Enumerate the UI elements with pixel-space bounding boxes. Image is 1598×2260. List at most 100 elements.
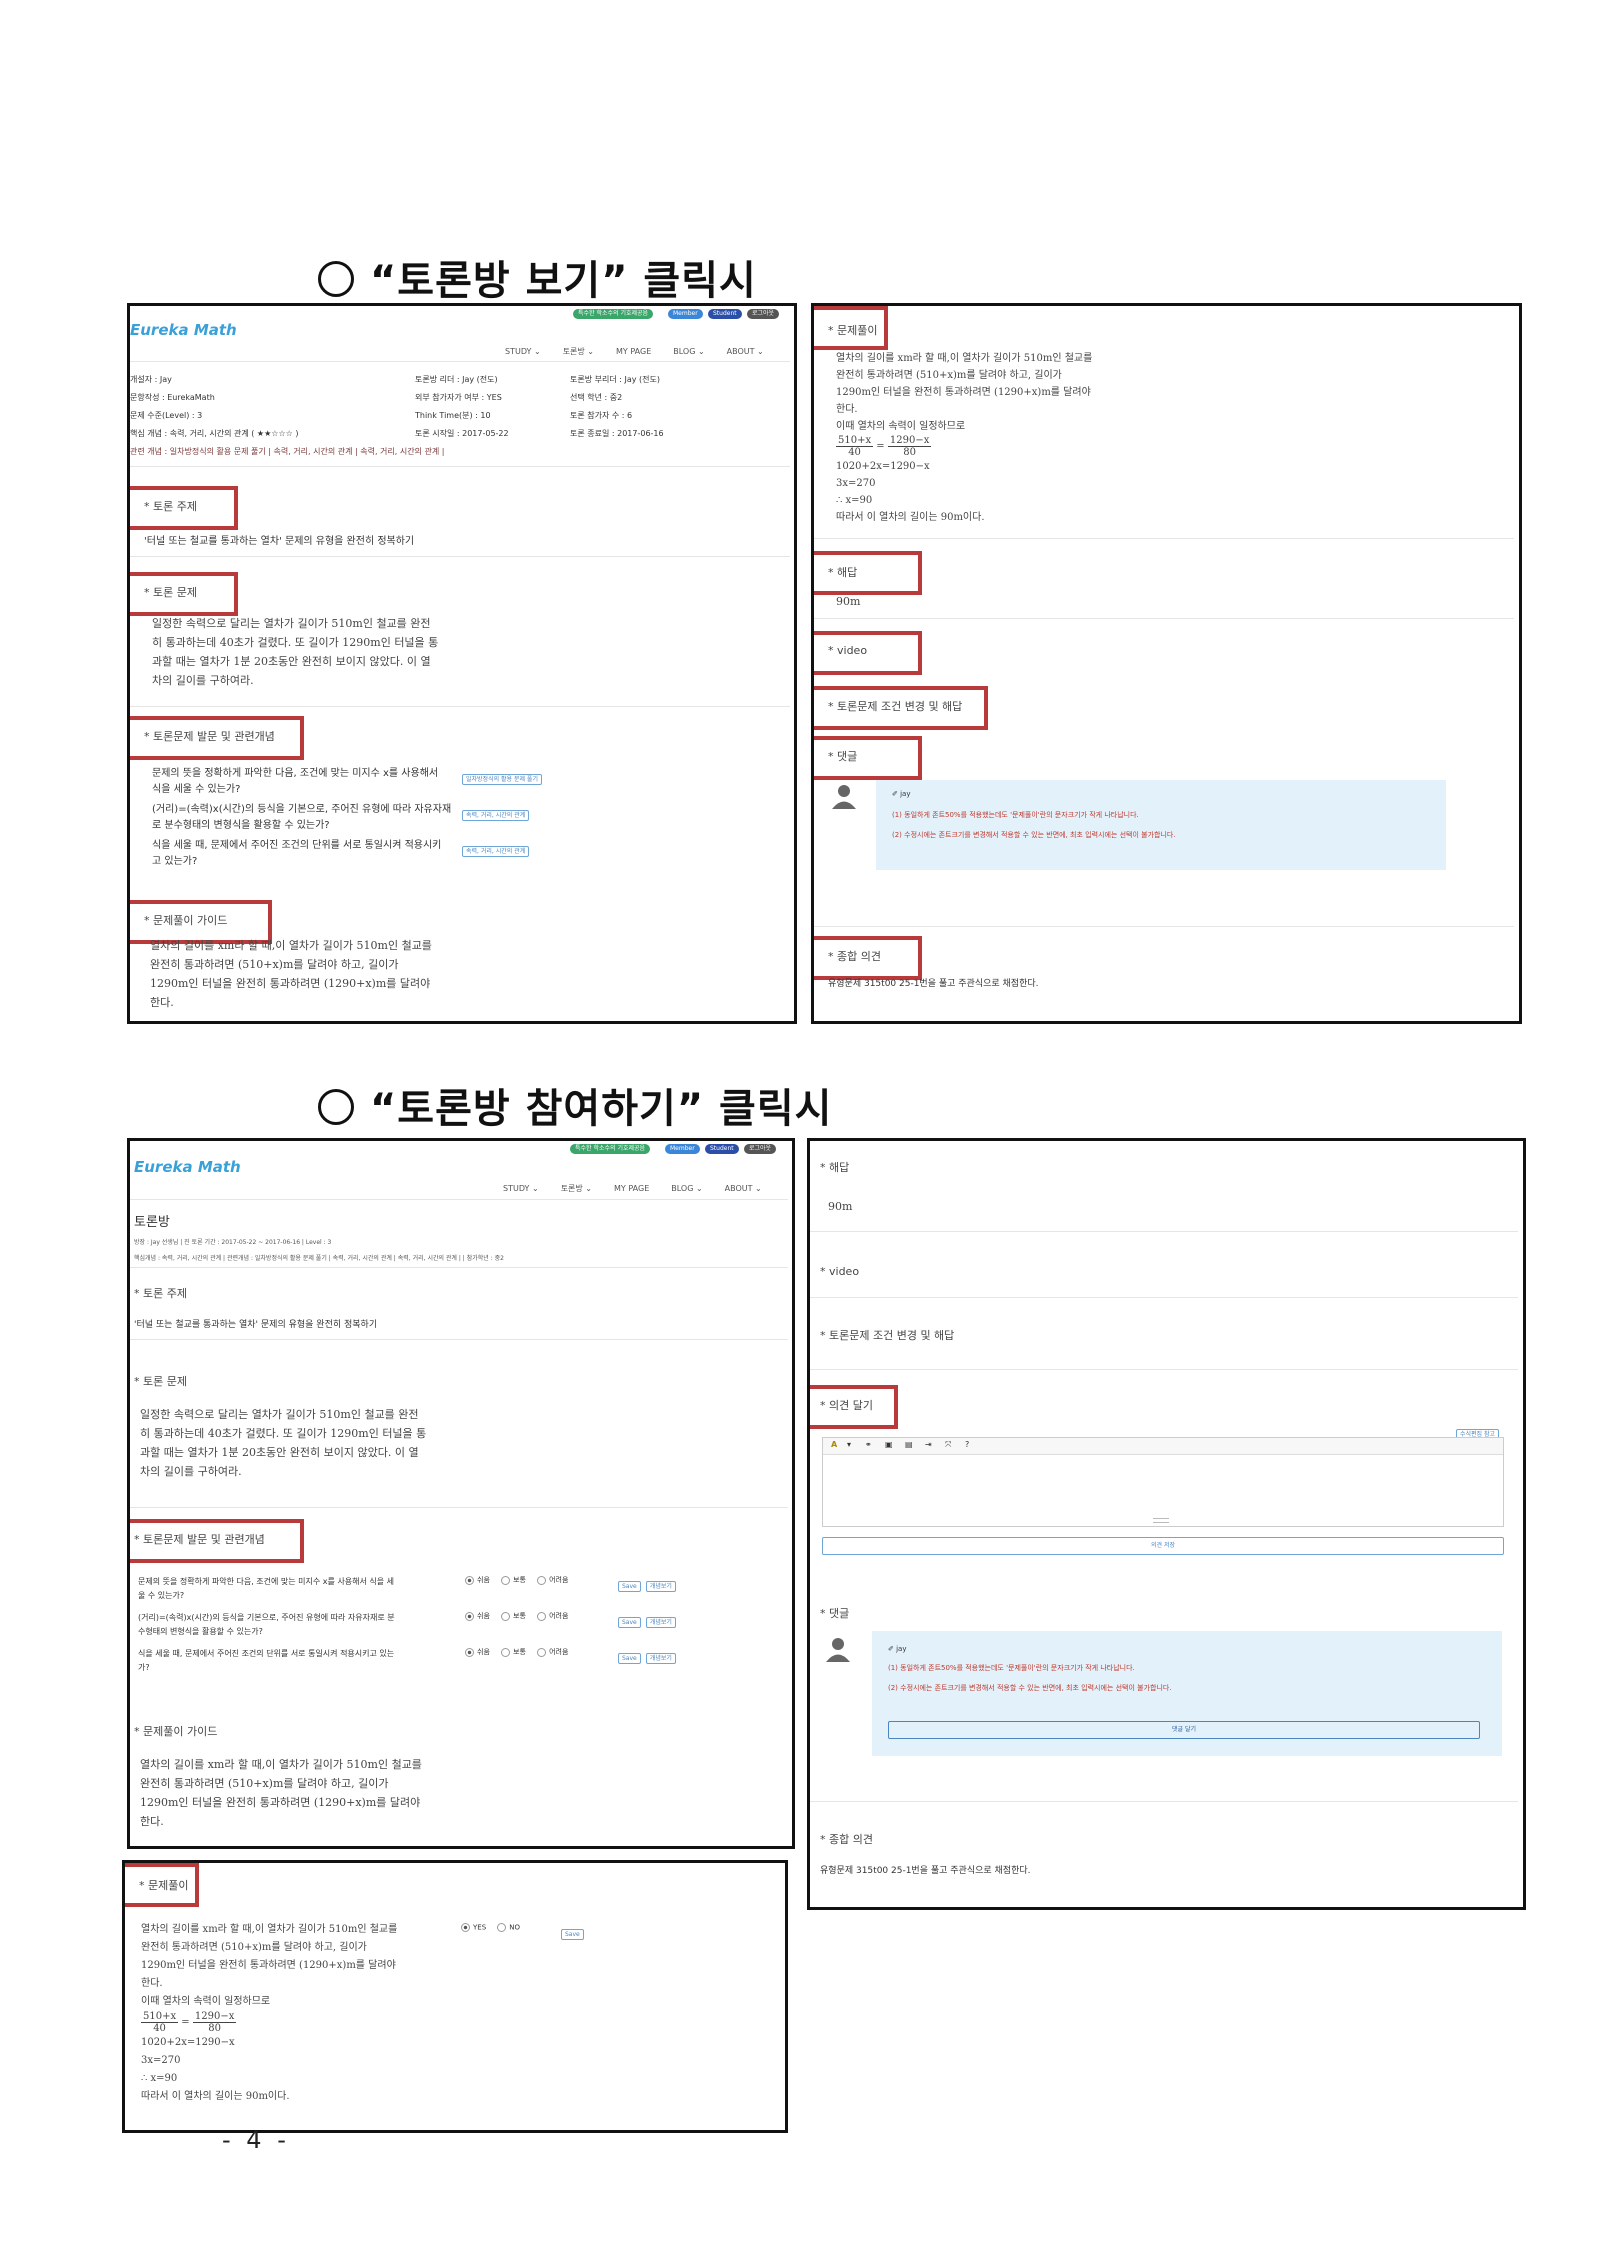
main-nav: STUDY ⌄ 토론방 ⌄ MY PAGE BLOG ⌄ ABOUT ⌄ [505,346,786,357]
indent-icon[interactable]: ⇥ [925,1440,932,1449]
concept-tag-3[interactable]: 속력, 거리, 시간의 관계 [462,846,530,857]
reply-button[interactable]: 댓글 달기 [888,1721,1480,1739]
answer-label: * 해답 [828,566,858,579]
meta-start: 토론 시작일 : 2017-05-22 [415,429,509,438]
site-logo[interactable]: Eureka Math [130,321,237,339]
save-button-3[interactable]: Save [618,1653,641,1664]
comment-line-2: (2) 수정시에는 존트크기를 변경해서 적용할 수 있는 반면에, 최초 입력… [888,1684,1172,1692]
solution-label: * 문제풀이 [139,1879,189,1892]
meta-participants: 토론 참가자 수 : 6 [570,411,633,420]
topic-text: '터널 또는 철교를 통과하는 열차' 문제의 유형을 완전히 정복하기 [144,536,415,547]
video-label: * video [820,1265,860,1278]
nav-study[interactable]: STUDY ⌄ [505,347,541,356]
member-pill[interactable]: Member [665,1144,700,1154]
problem-label: * 토론 문제 [144,586,197,599]
comment-user: ✐ jay [888,1645,907,1653]
resize-handle[interactable] [1153,1518,1169,1523]
save-button-2[interactable]: Save [618,1617,641,1628]
help-icon[interactable]: ? [965,1440,969,1449]
variation-label: * 토론문제 조건 변경 및 해답 [828,700,963,713]
problem-label: * 토론 문제 [134,1375,187,1388]
meta-level: 문제 수준(Level) : 3 [130,411,203,420]
site-logo[interactable]: Eureka Math [134,1158,241,1176]
solution-text: 열차의 길이를 xm라 할 때,이 열차가 길이가 510m인 철교를 완전히 통… [836,353,1093,523]
questions-label: * 토론문제 발문 및 관련개념 [134,1533,265,1546]
concept-button-2[interactable]: 개념보기 [645,1617,676,1628]
topic-label: * 토론 주제 [134,1287,187,1300]
meta-line-1: 방장 : Jay 선생님 | 진 토론 기간 : 2017-05-22 ~ 20… [134,1239,332,1246]
nav-mypage[interactable]: MY PAGE [614,1184,649,1193]
comment-label: * 댓글 [828,750,858,763]
meta-core-concept: 핵심 개념 : 속력, 거리, 시간의 관계 ( ★★☆☆☆ ) [130,429,299,438]
opinion-save-button[interactable]: 의견 저장 [822,1537,1504,1555]
nav-blog[interactable]: BLOG ⌄ [673,347,704,356]
nav-blog[interactable]: BLOG ⌄ [671,1184,702,1193]
solution-label: * 문제풀이 [828,324,878,337]
student-pill[interactable]: Student [708,309,742,319]
answer-value: 90m [828,1200,853,1213]
page-title: 토론방 [134,1215,170,1230]
user-avatar-icon [826,1638,850,1662]
image-icon[interactable]: ▣ [885,1440,893,1449]
question-2: (거리)=(속력)x(시간)의 등식을 기본으로, 주어진 유형에 따라 자유자… [152,804,452,831]
opinion-editor[interactable]: A ▾ ⚭ ▣ ▤ ⇥ ⤧ ? [822,1437,1504,1527]
nav-about[interactable]: ABOUT ⌄ [725,1184,762,1193]
badge-pill[interactable]: 특수한 학소수의 기호제공음 [573,309,654,319]
nav-about[interactable]: ABOUT ⌄ [727,347,764,356]
summary-label: * 종합 의견 [828,950,881,963]
comment-box: ✐ jay (1) 동일하게 존트50%를 적용했는데도 '문제풀이'란의 문자… [876,780,1446,870]
guide-text: 열차의 길이를 xm라 할 때,이 열차가 길이가 510m인 철교를 완전히 통… [140,1758,422,1828]
question-2: (거리)=(속력)x(시간)의 등식을 기본으로, 주어진 유형에 따라 자유자… [138,1613,395,1636]
question-1: 문제의 뜻을 정확하게 파악한 다음, 조건에 맞는 미지수 x를 사용해서 식… [138,1577,395,1600]
problem-text: 일정한 속력으로 달리는 열차가 길이가 510m인 철교를 완전 히 통과하는데… [152,617,439,687]
concept-button-1[interactable]: 개념보기 [645,1581,676,1592]
nav-study[interactable]: STUDY ⌄ [503,1184,539,1193]
answer-value: 90m [836,595,861,608]
comment-line-1: (1) 동일하게 존트50%를 적용했는데도 '문제풀이'란의 문자크기가 작게… [888,1664,1135,1672]
meta-author: 문항작성 : EurekaMath [130,393,215,402]
save-button-1[interactable]: Save [618,1581,641,1592]
difficulty-radio-2[interactable]: 쉬움 보통 어려움 [465,1611,568,1621]
nav-forum[interactable]: 토론방 ⌄ [563,347,594,356]
logout-pill[interactable]: 로그아웃 [747,309,780,319]
link-icon[interactable]: ⚭ [865,1440,872,1449]
question-1: 문제의 뜻을 정확하게 파악한 다음, 조건에 맞는 미지수 x를 사용해서 식을… [152,768,439,795]
meta-leader: 토론방 리더 : Jay (전도) [415,375,498,384]
dropdown-icon[interactable]: ▾ [847,1440,851,1449]
summary-label: * 종합 의견 [820,1833,873,1846]
meta-grade: 선택 학년 : 중2 [570,393,623,402]
student-pill[interactable]: Student [705,1144,739,1154]
solution-yes-no-radio[interactable]: YES NO [461,1923,520,1932]
logout-pill[interactable]: 로그아웃 [744,1144,777,1154]
join-solution-screenshot: * 문제풀이 YES NO Save 열차의 길이를 xm라 할 때,이 열차가… [122,1860,788,2133]
comment-line-1: (1) 동일하게 존트50%를 적용했는데도 '문제풀이'란의 문자크기가 작게… [892,811,1139,819]
concept-tag-1[interactable]: 일차방정식의 활용 문제 풀기 [462,774,542,785]
solution-text: 열차의 길이를 xm라 할 때,이 열차가 길이가 510m인 철교를 완전히 통… [141,1924,398,2102]
circle-bullet-icon [318,1089,354,1125]
guide-label: * 문제풀이 가이드 [144,914,228,927]
variation-label: * 토론문제 조건 변경 및 해답 [820,1329,955,1342]
fullscreen-icon[interactable]: ⤧ [945,1440,951,1450]
comment-user: ✐ jay [892,790,911,798]
table-icon[interactable]: ▤ [905,1440,913,1449]
section-heading-view: “토론방 보기” 클릭시 [318,248,757,306]
concept-button-3[interactable]: 개념보기 [645,1653,676,1664]
topic-label: * 토론 주제 [144,500,197,513]
difficulty-radio-3[interactable]: 쉬움 보통 어려움 [465,1647,568,1657]
meta-thinktime: Think Time(분) : 10 [415,411,491,420]
nav-mypage[interactable]: MY PAGE [616,347,651,356]
answer-label: * 해답 [820,1161,850,1174]
solution-save-button[interactable]: Save [561,1929,584,1940]
difficulty-radio-1[interactable]: 쉬움 보통 어려움 [465,1575,568,1585]
member-pill[interactable]: Member [668,309,703,319]
guide-text: 열차의 길이를 xm라 할 때,이 열차가 길이가 510m인 철교를 완전히 통… [150,939,432,1009]
nav-forum[interactable]: 토론방 ⌄ [561,1184,592,1193]
meta-related-concept: 관련 개념 : 일차방정식의 활용 문제 풀기 | 속력, 거리, 시간의 관계… [130,447,445,456]
comment-box: ✐ jay (1) 동일하게 존트50%를 적용했는데도 '문제풀이'란의 문자… [872,1631,1502,1756]
section-heading-join: “토론방 참여하기” 클릭시 [318,1076,832,1134]
badge-pill[interactable]: 특수한 학소수의 기호제공음 [570,1144,651,1154]
main-nav: STUDY ⌄ 토론방 ⌄ MY PAGE BLOG ⌄ ABOUT ⌄ [503,1183,784,1194]
font-color-icon[interactable]: A [831,1440,837,1449]
page-number: - 4 - [222,2126,290,2154]
concept-tag-2[interactable]: 속력, 거리, 시간의 관계 [462,810,530,821]
